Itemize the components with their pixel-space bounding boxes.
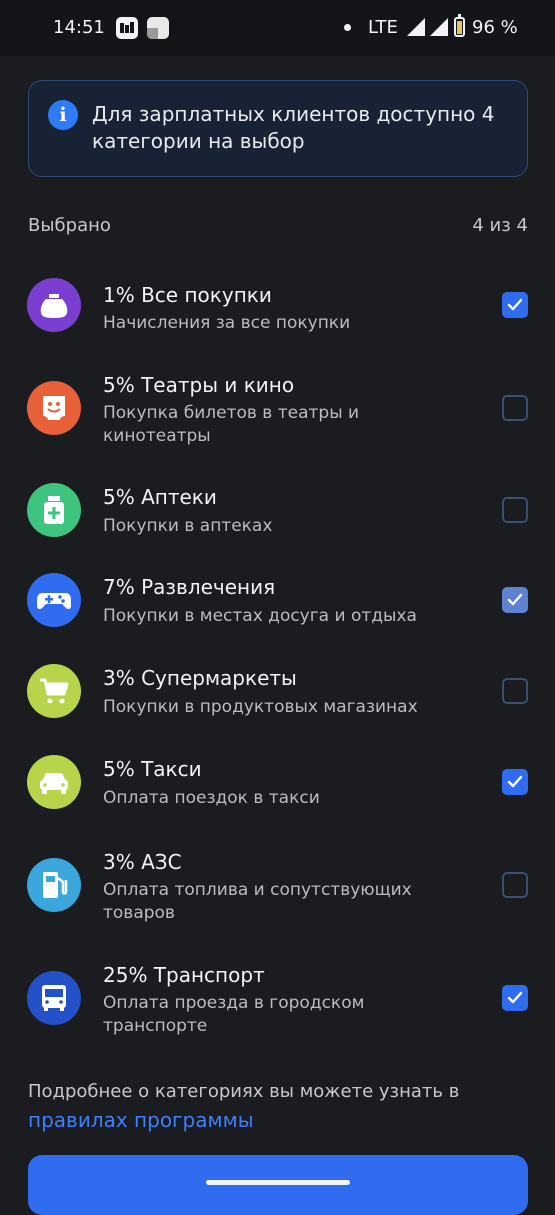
category-description: Покупки в местах досуга и отдыха	[103, 606, 417, 626]
gamepad-icon	[27, 573, 81, 627]
program-rules-link[interactable]: правилах программы	[28, 1108, 253, 1132]
category-checkbox[interactable]	[502, 395, 528, 421]
info-text: Для зарплатных клиентов доступно 4 катег…	[92, 102, 495, 153]
category-title: 7% Развлечения	[103, 575, 276, 599]
category-description: Покупки в продуктовых магазинах	[103, 697, 418, 717]
category-checkbox-checked[interactable]	[502, 292, 528, 318]
category-description: Покупка билетов в театры и кинотеатры	[103, 403, 360, 446]
bus-icon	[27, 971, 81, 1025]
category-checkbox-checked[interactable]	[502, 587, 528, 613]
pharmacy-icon	[27, 483, 81, 537]
fuel-pump-icon	[27, 858, 81, 912]
category-checkbox[interactable]	[502, 497, 528, 523]
category-description: Начисления за все покупки	[103, 313, 351, 333]
network-type: LTE	[368, 17, 398, 38]
car-icon	[27, 755, 81, 809]
category-title: 5% Такси	[103, 757, 202, 781]
notification-dot-icon	[344, 24, 351, 31]
battery-icon	[454, 14, 465, 37]
category-description: Оплата поездок в такси	[103, 788, 320, 808]
category-checkbox[interactable]	[502, 872, 528, 898]
check-icon	[507, 593, 523, 606]
category-title: 3% Супермаркеты	[103, 666, 297, 690]
shopping-bag-icon	[27, 278, 81, 332]
category-checkbox[interactable]	[502, 678, 528, 704]
notification-app-icon-2	[147, 17, 169, 39]
category-title: 5% Театры и кино	[103, 373, 295, 397]
selected-label: Выбрано	[28, 215, 111, 236]
status-bar: 14:51 LTE 96 %	[0, 0, 555, 56]
confirm-button[interactable]	[28, 1155, 528, 1215]
home-indicator[interactable]	[206, 1180, 350, 1185]
battery-percent: 96 %	[472, 17, 518, 38]
check-icon	[507, 991, 523, 1004]
status-time: 14:51	[53, 17, 105, 38]
footer-text: Подробнее о категориях вы можете узнать …	[28, 1081, 460, 1102]
check-icon	[507, 298, 523, 311]
check-icon	[507, 775, 523, 788]
category-description: Покупки в аптеках	[103, 516, 273, 536]
shopping-cart-icon	[27, 664, 81, 718]
signal-icon	[407, 18, 425, 36]
category-checkbox-checked[interactable]	[502, 985, 528, 1011]
category-title: 25% Транспорт	[103, 963, 265, 987]
footer-note: Подробнее о категориях вы можете узнать …	[28, 1078, 528, 1136]
category-title: 3% АЗС	[103, 850, 182, 874]
info-icon: i	[48, 100, 78, 130]
info-banner: i Для зарплатных клиентов доступно 4 кат…	[28, 80, 528, 177]
signal-icon-2	[430, 18, 448, 36]
notification-app-icon	[116, 17, 138, 39]
category-title: 1% Все покупки	[103, 283, 272, 307]
category-description: Оплата топлива и сопутствующих товаров	[103, 880, 412, 923]
category-title: 5% Аптеки	[103, 485, 217, 509]
category-checkbox-checked[interactable]	[502, 769, 528, 795]
category-description: Оплата проезда в городском транспорте	[103, 993, 365, 1036]
selected-count: 4 из 4	[472, 215, 528, 236]
ticket-face-icon	[27, 381, 81, 435]
